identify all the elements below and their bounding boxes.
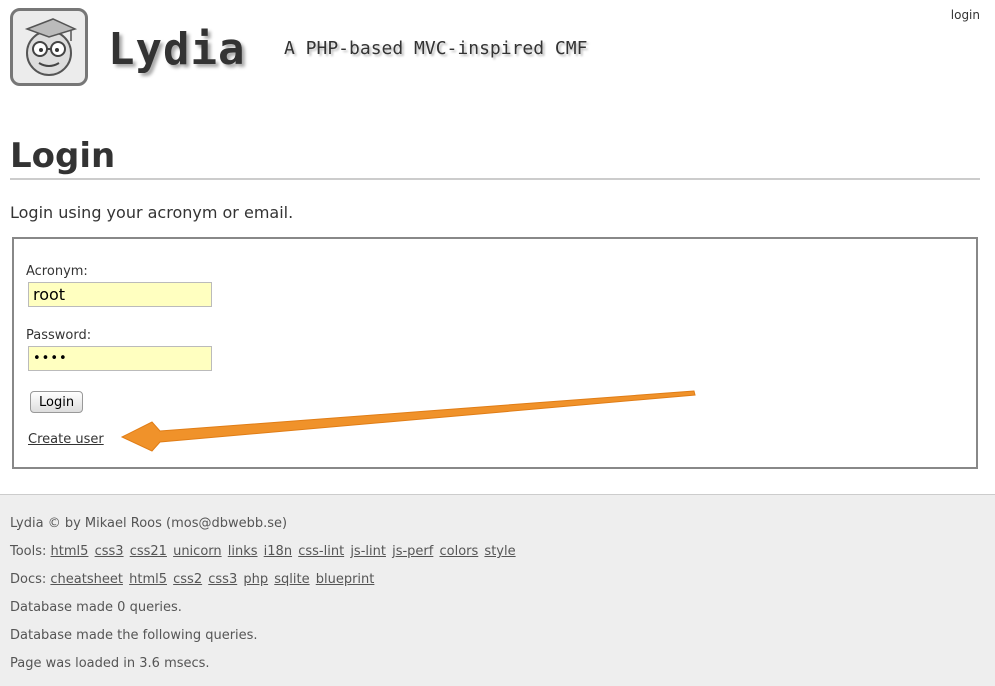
tool-link-js-lint[interactable]: js-lint (350, 544, 386, 559)
footer-tools: Tools: html5 css3 css21 unicorn links i1… (10, 544, 518, 559)
doc-link-css2[interactable]: css2 (173, 572, 202, 587)
footer-credit: Lydia © by Mikael Roos (mos@dbwebb.se) (10, 516, 288, 531)
tool-link-colors[interactable]: colors (439, 544, 478, 559)
doc-link-html5[interactable]: html5 (129, 572, 167, 587)
site-footer: Lydia © by Mikael Roos (mos@dbwebb.se) T… (0, 494, 995, 686)
footer-load-time: Page was loaded in 3.6 msecs. (10, 656, 210, 671)
smiley-graduate-logo-icon (24, 18, 78, 76)
tool-link-css3[interactable]: css3 (95, 544, 124, 559)
password-label: Password: (26, 328, 92, 343)
site-header: Lydia A PHP-based MVC-inspired CMF login (0, 0, 995, 100)
login-form: Acronym: Password: •••• Login Create use… (12, 237, 978, 469)
tool-link-css21[interactable]: css21 (130, 544, 167, 559)
tool-link-js-perf[interactable]: js-perf (392, 544, 433, 559)
login-submit-button[interactable]: Login (30, 391, 84, 413)
doc-link-sqlite[interactable]: sqlite (274, 572, 309, 587)
tool-link-links[interactable]: links (228, 544, 258, 559)
site-title: Lydia (108, 24, 246, 75)
acronym-input[interactable] (28, 282, 212, 307)
doc-link-css3[interactable]: css3 (208, 572, 237, 587)
tool-link-unicorn[interactable]: unicorn (173, 544, 222, 559)
tool-link-css-lint[interactable]: css-lint (298, 544, 344, 559)
site-slogan: A PHP-based MVC-inspired CMF (284, 38, 588, 59)
footer-docs: Docs: cheatsheet html5 css2 css3 php sql… (10, 572, 376, 587)
footer-db-count: Database made 0 queries. (10, 600, 182, 615)
footer-tools-label: Tools: (10, 544, 47, 559)
tool-link-style[interactable]: style (484, 544, 515, 559)
logo[interactable] (10, 8, 88, 86)
doc-link-cheatsheet[interactable]: cheatsheet (50, 572, 123, 587)
header-login-link[interactable]: login (951, 8, 980, 22)
doc-link-php[interactable]: php (243, 572, 268, 587)
doc-link-blueprint[interactable]: blueprint (316, 572, 375, 587)
page-title: Login (10, 136, 116, 176)
footer-db-list: Database made the following queries. (10, 628, 258, 643)
acronym-label: Acronym: (26, 264, 88, 279)
login-intro-text: Login using your acronym or email. (10, 203, 294, 222)
tool-link-i18n[interactable]: i18n (264, 544, 292, 559)
footer-docs-label: Docs: (10, 572, 47, 587)
tool-link-html5[interactable]: html5 (51, 544, 89, 559)
create-user-link[interactable]: Create user (28, 432, 104, 447)
password-input[interactable]: •••• (28, 346, 212, 371)
heading-divider (10, 178, 980, 180)
